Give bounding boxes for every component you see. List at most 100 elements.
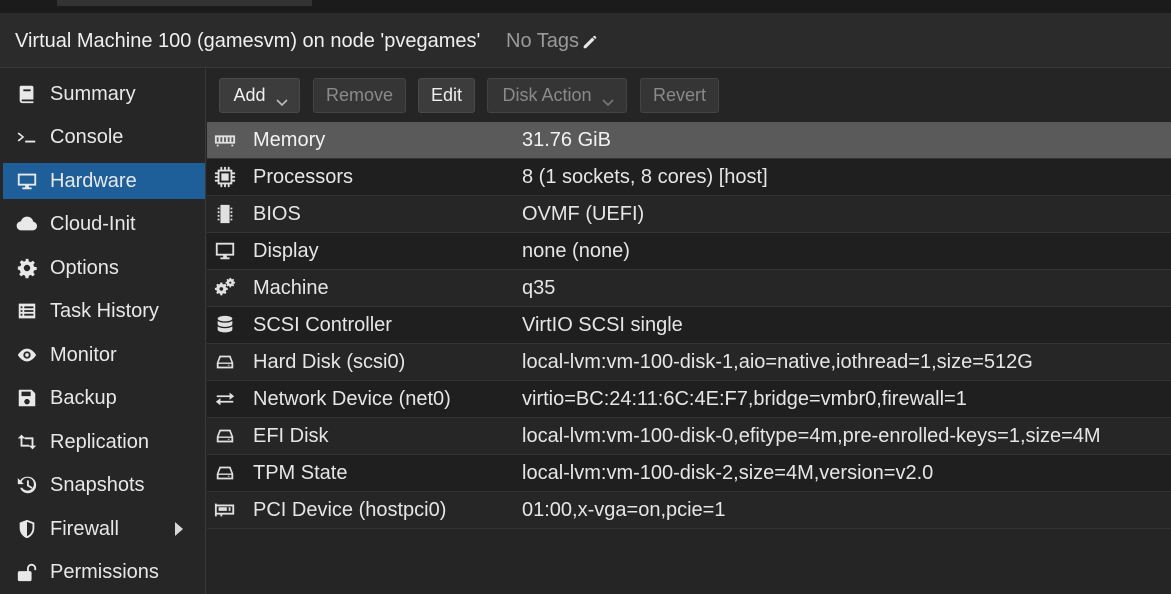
row-value: local-lvm:vm-100-disk-1,aio=native,iothr… <box>522 351 1033 373</box>
row-value: 31.76 GiB <box>522 129 611 151</box>
hardware-row-bios[interactable]: BIOS OVMF (UEFI) <box>207 196 1171 233</box>
hdd-icon <box>213 462 237 484</box>
list-icon <box>3 300 43 322</box>
hardware-row-machine[interactable]: Machine q35 <box>207 270 1171 307</box>
book-icon <box>3 83 43 105</box>
monitor-icon <box>3 170 43 192</box>
chevron-down-icon <box>601 91 614 106</box>
tags-editor[interactable]: No Tags <box>506 30 599 53</box>
row-key: BIOS <box>253 203 301 225</box>
row-key: Hard Disk (scsi0) <box>253 351 406 373</box>
row-value: 8 (1 sockets, 8 cores) [host] <box>522 166 768 188</box>
sidebar-item-hardware[interactable]: Hardware <box>3 163 205 199</box>
row-value: OVMF (UEFI) <box>522 203 645 225</box>
sidebar-item-permissions[interactable]: Permissions <box>3 554 205 590</box>
sidebar-item-backup[interactable]: Backup <box>3 380 205 416</box>
edit-button[interactable]: Edit <box>418 78 475 113</box>
top-tab[interactable] <box>57 0 312 6</box>
vm-title-bar: Virtual Machine 100 (gamesvm) on node 'p… <box>0 13 1171 68</box>
row-key: Memory <box>253 129 326 151</box>
sidebar-item-label: Replication <box>50 430 149 453</box>
cloud-icon <box>3 213 43 235</box>
row-value: local-lvm:vm-100-disk-0,efitype=4m,pre-e… <box>522 425 1101 447</box>
chevron-down-icon <box>275 91 288 106</box>
sidebar-item-label: Monitor <box>50 343 117 366</box>
sidebar-item-label: Cloud-Init <box>50 212 136 235</box>
sidebar-item-task-history[interactable]: Task History <box>3 293 205 329</box>
disk-action-button-label: Disk Action <box>502 85 592 105</box>
row-key: Network Device (net0) <box>253 388 451 410</box>
vm-sidebar: Summary Console Hardware Cloud-Init Opti… <box>0 69 206 594</box>
expand-arrow-icon[interactable] <box>175 522 183 536</box>
terminal-icon <box>3 126 43 148</box>
remove-button-label: Remove <box>325 85 394 105</box>
revert-button[interactable]: Revert <box>640 78 719 113</box>
row-value: none (none) <box>522 240 630 262</box>
cpu-icon <box>213 166 237 188</box>
remove-button[interactable]: Remove <box>313 78 406 113</box>
add-button-label: Add <box>233 85 266 105</box>
history-icon <box>3 474 43 496</box>
hardware-row-network-device[interactable]: Network Device (net0) virtio=BC:24:11:6C… <box>207 381 1171 418</box>
sidebar-item-replication[interactable]: Replication <box>3 424 205 460</box>
sidebar-item-summary[interactable]: Summary <box>3 76 205 112</box>
memory-icon <box>213 129 237 151</box>
unlock-icon <box>3 561 43 583</box>
pci-card-icon <box>213 499 237 521</box>
disk-action-button[interactable]: Disk Action <box>487 78 627 113</box>
row-key: Display <box>253 240 319 262</box>
sidebar-item-label: Hardware <box>50 169 137 192</box>
hardware-row-display[interactable]: Display none (none) <box>207 233 1171 270</box>
edit-button-label: Edit <box>430 85 463 105</box>
row-value: local-lvm:vm-100-disk-2,size=4M,version=… <box>522 462 934 484</box>
hardware-row-efi-disk[interactable]: EFI Disk local-lvm:vm-100-disk-0,efitype… <box>207 418 1171 455</box>
sidebar-item-label: Snapshots <box>50 473 145 496</box>
gear-icon <box>3 257 43 279</box>
shield-icon <box>3 518 43 540</box>
cogs-icon <box>213 277 237 299</box>
row-key: TPM State <box>253 462 348 484</box>
tags-label: No Tags <box>506 30 580 52</box>
sidebar-item-label: Summary <box>50 82 136 105</box>
hardware-panel: Add Remove Edit Disk Action Revert Memor… <box>207 69 1171 594</box>
sidebar-item-firewall[interactable]: Firewall <box>3 511 205 547</box>
row-value: VirtIO SCSI single <box>522 314 683 336</box>
row-key: Machine <box>253 277 329 299</box>
hardware-row-tpm-state[interactable]: TPM State local-lvm:vm-100-disk-2,size=4… <box>207 455 1171 492</box>
add-button[interactable]: Add <box>219 78 300 113</box>
pencil-icon[interactable] <box>581 33 599 51</box>
hdd-icon <box>213 425 237 447</box>
hardware-row-pci-device[interactable]: PCI Device (hostpci0) 01:00,x-vga=on,pci… <box>207 492 1171 529</box>
hardware-row-processors[interactable]: Processors 8 (1 sockets, 8 cores) [host] <box>207 159 1171 196</box>
retweet-icon <box>3 431 43 453</box>
chip-icon <box>213 203 237 225</box>
sidebar-item-snapshots[interactable]: Snapshots <box>3 467 205 503</box>
sidebar-item-label: Options <box>50 256 119 279</box>
sidebar-item-cloud-init[interactable]: Cloud-Init <box>3 206 205 242</box>
hardware-row-memory[interactable]: Memory 31.76 GiB <box>207 122 1171 159</box>
revert-button-label: Revert <box>652 85 706 105</box>
hdd-icon <box>213 351 237 373</box>
row-value: virtio=BC:24:11:6C:4E:F7,bridge=vmbr0,fi… <box>522 388 967 410</box>
sidebar-item-label: Console <box>50 125 124 148</box>
sidebar-item-label: Firewall <box>50 517 119 540</box>
row-key: SCSI Controller <box>253 314 392 336</box>
row-value: 01:00,x-vga=on,pcie=1 <box>522 499 726 521</box>
row-key: EFI Disk <box>253 425 329 447</box>
sidebar-item-options[interactable]: Options <box>3 250 205 286</box>
sidebar-item-console[interactable]: Console <box>3 119 205 155</box>
sidebar-item-label: Backup <box>50 386 117 409</box>
exchange-icon <box>213 388 237 410</box>
eye-icon <box>3 344 43 366</box>
row-key: Processors <box>253 166 354 188</box>
floppy-icon <box>3 387 43 409</box>
sidebar-item-label: Permissions <box>50 560 159 583</box>
hardware-toolbar: Add Remove Edit Disk Action Revert <box>207 69 1171 122</box>
page-title: Virtual Machine 100 (gamesvm) on node 'p… <box>15 30 481 52</box>
row-key: PCI Device (hostpci0) <box>253 499 447 521</box>
sidebar-item-monitor[interactable]: Monitor <box>3 337 205 373</box>
hardware-row-scsi-controller[interactable]: SCSI Controller VirtIO SCSI single <box>207 307 1171 344</box>
sidebar-item-label: Task History <box>50 299 159 322</box>
database-icon <box>213 314 237 336</box>
hardware-row-hard-disk[interactable]: Hard Disk (scsi0) local-lvm:vm-100-disk-… <box>207 344 1171 381</box>
